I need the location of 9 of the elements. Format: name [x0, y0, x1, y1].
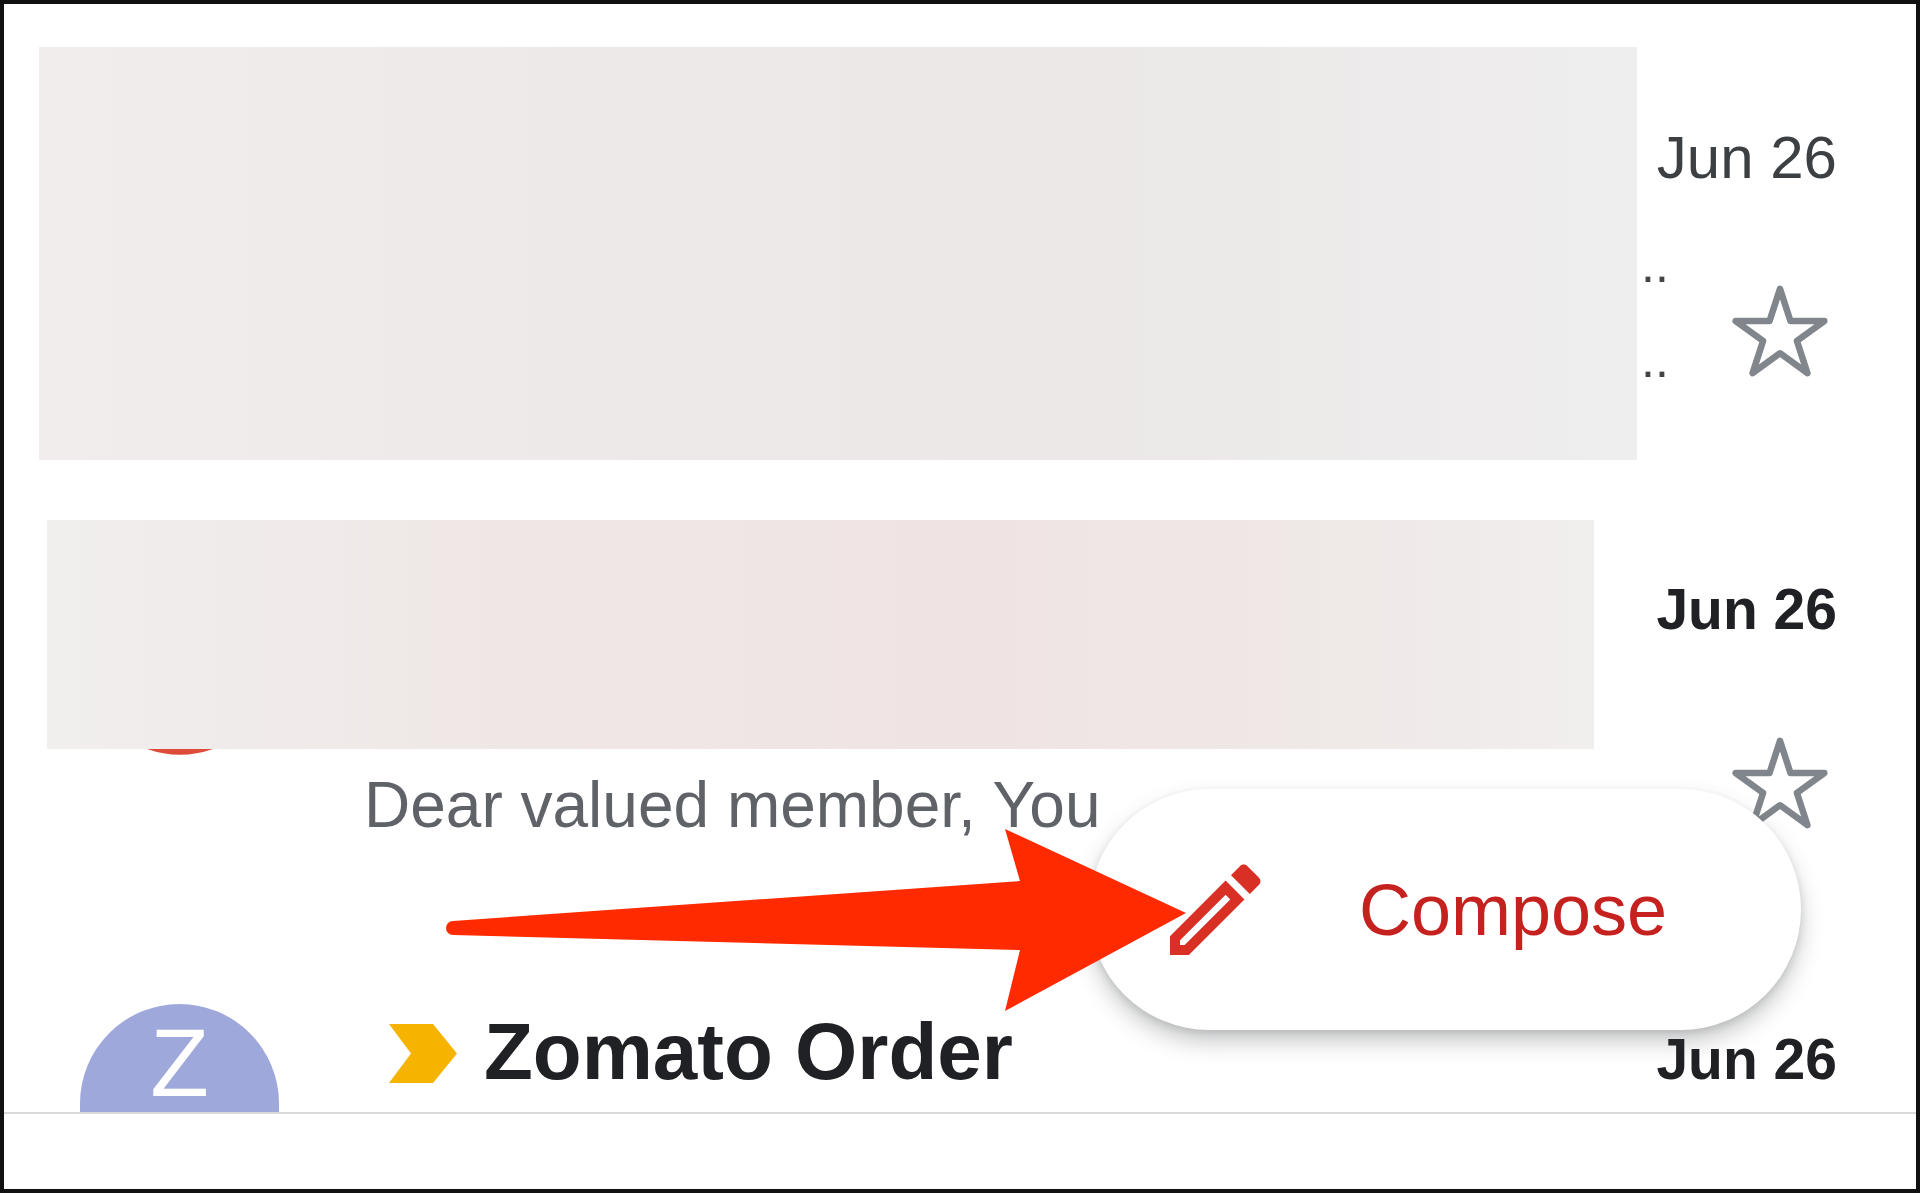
message-date: Jun 26 [1656, 123, 1837, 193]
ellipsis-text: .. [1641, 335, 1669, 385]
sender-name: Zomato Order [484, 1006, 1013, 1098]
star-icon[interactable] [1732, 285, 1828, 377]
ellipsis-text: .. [1641, 240, 1669, 290]
avatar-letter: Z [150, 1018, 209, 1108]
star-icon[interactable] [1732, 737, 1828, 829]
pencil-icon [1170, 864, 1261, 955]
message-date: Jun 26 [1656, 576, 1837, 643]
